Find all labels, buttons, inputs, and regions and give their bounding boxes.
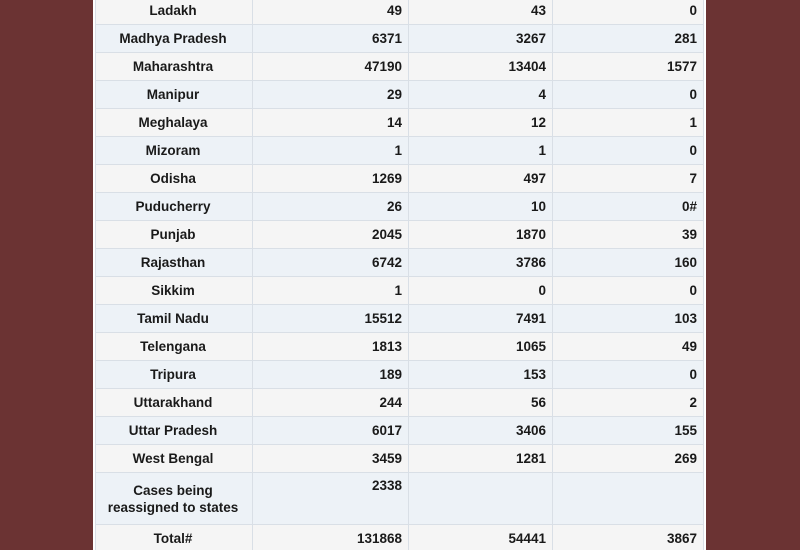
table-row: Telengana 1813 1065 49 [95,332,704,361]
state-cases-table: Ladakh 49 43 0 Madhya Pradesh 6371 3267 281 Maha… [95,0,704,550]
confirmed-cases-cell: 6017 [252,416,409,445]
cured-cell: 3786 [408,248,553,277]
state-name-cell: Total# [95,524,253,550]
state-name-cell: Manipur [95,80,253,109]
state-name-cell: Telengana [95,332,253,361]
state-name-cell: Uttar Pradesh [95,416,253,445]
confirmed-cases-cell: 1813 [252,332,409,361]
state-name-cell: Cases being reassigned to states [95,472,253,525]
confirmed-cases-cell: 1 [252,276,409,305]
state-name-cell: Tamil Nadu [95,304,253,333]
cured-cell: 56 [408,388,553,417]
table-row: Puducherry 26 10 0# [95,192,704,221]
table-row: Rajasthan 6742 3786 160 [95,248,704,277]
cured-cell: 0 [408,276,553,305]
confirmed-cases-cell: 3459 [252,444,409,473]
cured-cell: 54441 [408,524,553,550]
state-name-cell: Sikkim [95,276,253,305]
cured-cell: 1065 [408,332,553,361]
table-row: Meghalaya 14 12 1 [95,108,704,137]
deaths-cell: 49 [552,332,704,361]
deaths-cell: 269 [552,444,704,473]
confirmed-cases-cell: 6371 [252,24,409,53]
deaths-cell: 0 [552,80,704,109]
table-row: Uttarakhand 244 56 2 [95,388,704,417]
cured-cell: 3406 [408,416,553,445]
cured-cell: 4 [408,80,553,109]
deaths-cell: 39 [552,220,704,249]
cured-cell: 10 [408,192,553,221]
table-row: Punjab 2045 1870 39 [95,220,704,249]
deaths-cell: 1 [552,108,704,137]
state-name-cell: Puducherry [95,192,253,221]
state-name-cell: Mizoram [95,136,253,165]
confirmed-cases-cell: 2338 [252,472,409,525]
confirmed-cases-cell: 1 [252,136,409,165]
deaths-cell: 281 [552,24,704,53]
table-row: Madhya Pradesh 6371 3267 281 [95,24,704,53]
state-name-cell: Maharashtra [95,52,253,81]
table-row: Maharashtra 47190 13404 1577 [95,52,704,81]
deaths-cell: 155 [552,416,704,445]
cured-cell: 1 [408,136,553,165]
confirmed-cases-cell: 14 [252,108,409,137]
state-name-cell: Odisha [95,164,253,193]
confirmed-cases-cell: 6742 [252,248,409,277]
state-name-cell: Punjab [95,220,253,249]
cured-cell: 43 [408,0,553,25]
confirmed-cases-cell: 131868 [252,524,409,550]
table-row: West Bengal 3459 1281 269 [95,444,704,473]
confirmed-cases-cell: 49 [252,0,409,25]
confirmed-cases-cell: 15512 [252,304,409,333]
table-row: Tamil Nadu 15512 7491 103 [95,304,704,333]
state-name-cell: West Bengal [95,444,253,473]
table-row: Sikkim 1 0 0 [95,276,704,305]
table-row: Ladakh 49 43 0 [95,0,704,25]
state-name-cell: Uttarakhand [95,388,253,417]
table-row: Mizoram 1 1 0 [95,136,704,165]
deaths-cell: 0 [552,276,704,305]
cured-cell: 13404 [408,52,553,81]
deaths-cell: 0 [552,0,704,25]
confirmed-cases-cell: 29 [252,80,409,109]
confirmed-cases-cell: 26 [252,192,409,221]
deaths-cell: 103 [552,304,704,333]
deaths-cell: 7 [552,164,704,193]
state-name-cell: Ladakh [95,0,253,25]
deaths-cell: 3867 [552,524,704,550]
deaths-cell: 0 [552,360,704,389]
state-name-cell: Madhya Pradesh [95,24,253,53]
deaths-cell: 2 [552,388,704,417]
table-row: Cases being reassigned to states 2338 [95,472,704,525]
cured-cell: 1870 [408,220,553,249]
cured-cell: 153 [408,360,553,389]
content-panel: Ladakh 49 43 0 Madhya Pradesh 6371 3267 281 Maha… [93,0,706,550]
confirmed-cases-cell: 47190 [252,52,409,81]
deaths-cell: 160 [552,248,704,277]
cured-cell: 3267 [408,24,553,53]
state-name-cell: Rajasthan [95,248,253,277]
confirmed-cases-cell: 244 [252,388,409,417]
deaths-cell: 1577 [552,52,704,81]
cured-cell: 7491 [408,304,553,333]
deaths-cell: 0# [552,192,704,221]
state-name-cell: Meghalaya [95,108,253,137]
table-row: Odisha 1269 497 7 [95,164,704,193]
deaths-cell [552,472,704,525]
cured-cell: 497 [408,164,553,193]
state-name-cell: Tripura [95,360,253,389]
cured-cell: 12 [408,108,553,137]
table-row: Tripura 189 153 0 [95,360,704,389]
confirmed-cases-cell: 2045 [252,220,409,249]
table-row: Uttar Pradesh 6017 3406 155 [95,416,704,445]
deaths-cell: 0 [552,136,704,165]
cured-cell: 1281 [408,444,553,473]
confirmed-cases-cell: 1269 [252,164,409,193]
table-body: Ladakh 49 43 0 Madhya Pradesh 6371 3267 281 Maha… [95,0,704,550]
confirmed-cases-cell: 189 [252,360,409,389]
table-row: Manipur 29 4 0 [95,80,704,109]
table-row: Total# 131868 54441 3867 [95,524,704,550]
cured-cell [408,472,553,525]
